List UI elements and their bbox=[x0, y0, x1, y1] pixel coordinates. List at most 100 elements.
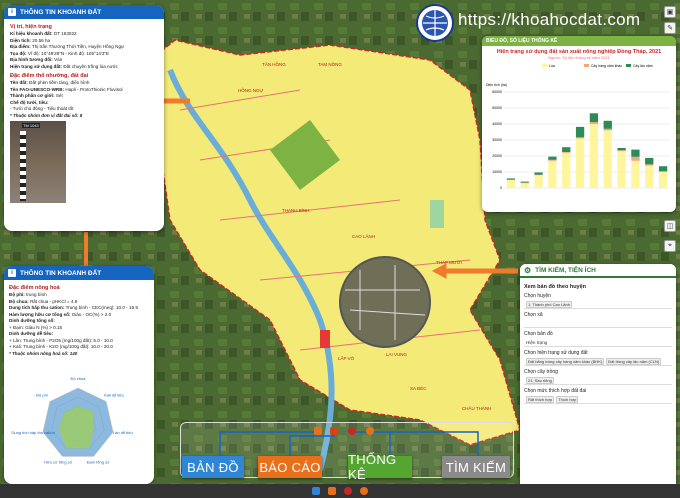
bar-2-10 bbox=[645, 157, 654, 165]
site-url[interactable]: https://khoahocdat.com bbox=[458, 10, 640, 30]
report-icon[interactable] bbox=[330, 427, 338, 435]
bar-2-4 bbox=[562, 147, 571, 152]
info-value: Trung bình - CEC(meq): 10.0 - 19.9 bbox=[65, 305, 138, 310]
field-label: Chọn hiện trạng sử dụng đất bbox=[524, 350, 588, 356]
bar-2-9 bbox=[631, 149, 640, 157]
zoom-lens bbox=[339, 256, 431, 348]
search-button[interactable]: TÌM KIẾM bbox=[442, 456, 510, 478]
info-key: Địa hình tương đối: bbox=[10, 57, 53, 62]
info-value: Thị trấn Thường Thới Tiền, Huyện Hồng Ng… bbox=[31, 44, 125, 49]
bar-2-11 bbox=[658, 166, 668, 172]
bar-1-1 bbox=[520, 182, 529, 184]
chart-panel: BIỂU ĐỒ, SỐ LIỆU THỐNG KÊ Hiện trạng sử … bbox=[482, 36, 676, 212]
radar-label: Dung tích hấp thu cation bbox=[11, 430, 54, 435]
legend-swatch bbox=[584, 64, 589, 67]
bar-1-5 bbox=[575, 137, 585, 139]
note: * Thuộc nhóm nông hoá số: 140 bbox=[9, 350, 78, 356]
bar-0-6 bbox=[589, 124, 599, 188]
report-button[interactable]: BÁO CÁO bbox=[258, 456, 322, 478]
info-value: + Kali: Trung bình - K2O (mg/100g đất): … bbox=[9, 344, 113, 349]
y-tick-label: 10000 bbox=[492, 170, 502, 174]
select-field[interactable]: Hiện trạng bbox=[524, 338, 672, 347]
select-field[interactable] bbox=[524, 319, 672, 328]
location-icon[interactable]: ⌖ bbox=[664, 240, 676, 252]
chart-icon[interactable] bbox=[344, 487, 352, 495]
section-title: Đặc điểm nông hoá bbox=[9, 285, 60, 291]
bar-0-9 bbox=[631, 160, 640, 188]
selected-tag[interactable]: Rất thích hợp bbox=[526, 395, 555, 403]
bar-0-2 bbox=[534, 175, 543, 188]
info-value: + Đạm: Giàu N (%) > 0.15 bbox=[9, 324, 63, 330]
info-value: 20.56 ha bbox=[32, 37, 51, 43]
select-field[interactable]: Đất bằng trồng cây hàng năm khác (BHK) Đấ… bbox=[524, 357, 672, 366]
y-axis-label: Diện tích (ha) bbox=[486, 83, 507, 87]
bar-1-10 bbox=[645, 164, 654, 166]
section-title: Đặc điểm thổ nhưỡng, đất đai bbox=[10, 73, 89, 79]
bar-1-9 bbox=[631, 156, 640, 161]
y-tick-label: 60000 bbox=[492, 90, 502, 94]
bar-1-4 bbox=[562, 152, 571, 153]
bottom-bar bbox=[0, 484, 680, 498]
save-icon[interactable]: ▣ bbox=[664, 6, 676, 18]
select-value: Hiện trạng bbox=[526, 339, 548, 345]
selected-tag[interactable]: Đất bằng trồng cây hàng năm khác (BHK) bbox=[526, 357, 605, 365]
map-label: THÁP MƯỜI bbox=[436, 259, 462, 265]
selected-tag[interactable]: 21. Sầu riêng bbox=[526, 376, 554, 384]
info-value: Đất chuyên trồng lúa nước bbox=[63, 63, 118, 69]
info-row: Hiện trạng sử dụng đất: Đất chuyên trồng… bbox=[10, 64, 158, 71]
bar-0-10 bbox=[645, 165, 654, 188]
y-tick-label: 50000 bbox=[492, 106, 502, 110]
bar-1-7 bbox=[603, 128, 612, 131]
info-key: Tọa độ: bbox=[10, 50, 27, 56]
info-icon: i bbox=[8, 8, 16, 16]
info-key: Độ chua: bbox=[9, 298, 29, 304]
info-key: Diện tích: bbox=[10, 37, 31, 43]
bar-2-1 bbox=[520, 181, 529, 183]
search-icon[interactable] bbox=[360, 487, 368, 495]
stats-button[interactable]: THỐNG KÊ bbox=[348, 452, 412, 482]
chart-icon[interactable] bbox=[348, 427, 356, 435]
panel-title: THÔNG TIN KHOANH ĐẤT bbox=[20, 269, 102, 277]
bar-1-11 bbox=[658, 171, 668, 172]
select-field[interactable]: 21. Sầu riêng bbox=[524, 376, 672, 385]
info-value: Vĩ độ: 10°49'28"N - Kinh độ: 105°14'3"E bbox=[27, 50, 110, 56]
legend-label: Lúa bbox=[549, 64, 555, 68]
info-value: + Lân: Trung bình - P2O5 (mg/100g đất): … bbox=[9, 337, 113, 343]
bar-0-3 bbox=[548, 160, 557, 188]
field-label: Chọn huyện bbox=[524, 293, 551, 299]
selected-tag[interactable]: Đất trồng cây lâu năm (CLN) bbox=[606, 357, 662, 365]
select-field[interactable]: Rất thích hợp Thích hợp bbox=[524, 395, 672, 404]
edit-icon[interactable]: ✎ bbox=[664, 22, 676, 34]
search-title: Xem bản đồ theo huyện bbox=[524, 284, 587, 290]
search-panel-title: TÌM KIẾM, TIỆN ÍCH bbox=[535, 266, 596, 274]
field-label: Chọn bản đồ bbox=[524, 331, 553, 337]
legend-label: Cây lâu năm bbox=[633, 64, 653, 68]
bar-2-5 bbox=[575, 126, 585, 138]
search-panel-header: ⚙ TÌM KIẾM, TIỆN ÍCH bbox=[520, 264, 676, 278]
info-value: Giàu - OC(%) > 2.0 bbox=[71, 311, 112, 317]
selected-tag[interactable]: Thích hợp bbox=[556, 395, 579, 403]
bar-0-8 bbox=[617, 151, 626, 188]
selected-tag[interactable]: 1. Thành phố Cao Lãnh bbox=[526, 300, 572, 308]
layer-icon[interactable]: ◫ bbox=[664, 220, 676, 232]
info-key: Tên FAO-UNESCO-WRB: bbox=[10, 86, 65, 92]
legend-swatch bbox=[542, 64, 547, 67]
map-button[interactable]: BẢN ĐỒ bbox=[182, 456, 244, 478]
info-value: trung bình bbox=[26, 292, 47, 297]
select-field[interactable]: 1. Thành phố Cao Lãnh bbox=[524, 300, 672, 309]
map-label: HỒNG NGỰ bbox=[238, 87, 264, 93]
info-key: Hiện trạng sử dụng đất: bbox=[10, 63, 63, 69]
info-value: Đất phèn tiềm tàng, điển hình bbox=[29, 80, 90, 85]
search-icon[interactable] bbox=[366, 427, 374, 435]
bar-0-0 bbox=[506, 180, 516, 188]
report-icon[interactable] bbox=[328, 487, 336, 495]
bar-chart: Diện tích (ha) 0 10000 20000 30000 40000 50000… bbox=[486, 64, 670, 190]
map-label: LAI VUNG bbox=[386, 352, 408, 357]
map-label: TAM NÔNG bbox=[318, 61, 342, 67]
bar-0-4 bbox=[562, 152, 571, 188]
info-key: Thành phần cơ giới: bbox=[10, 93, 55, 98]
map-icon[interactable] bbox=[312, 487, 320, 495]
soil-info-panel: i THÔNG TIN KHOANH ĐẤT Đặc điểm nông hoá … bbox=[4, 266, 154, 484]
map-icon[interactable] bbox=[314, 427, 322, 435]
globe-logo-icon[interactable] bbox=[416, 4, 454, 42]
